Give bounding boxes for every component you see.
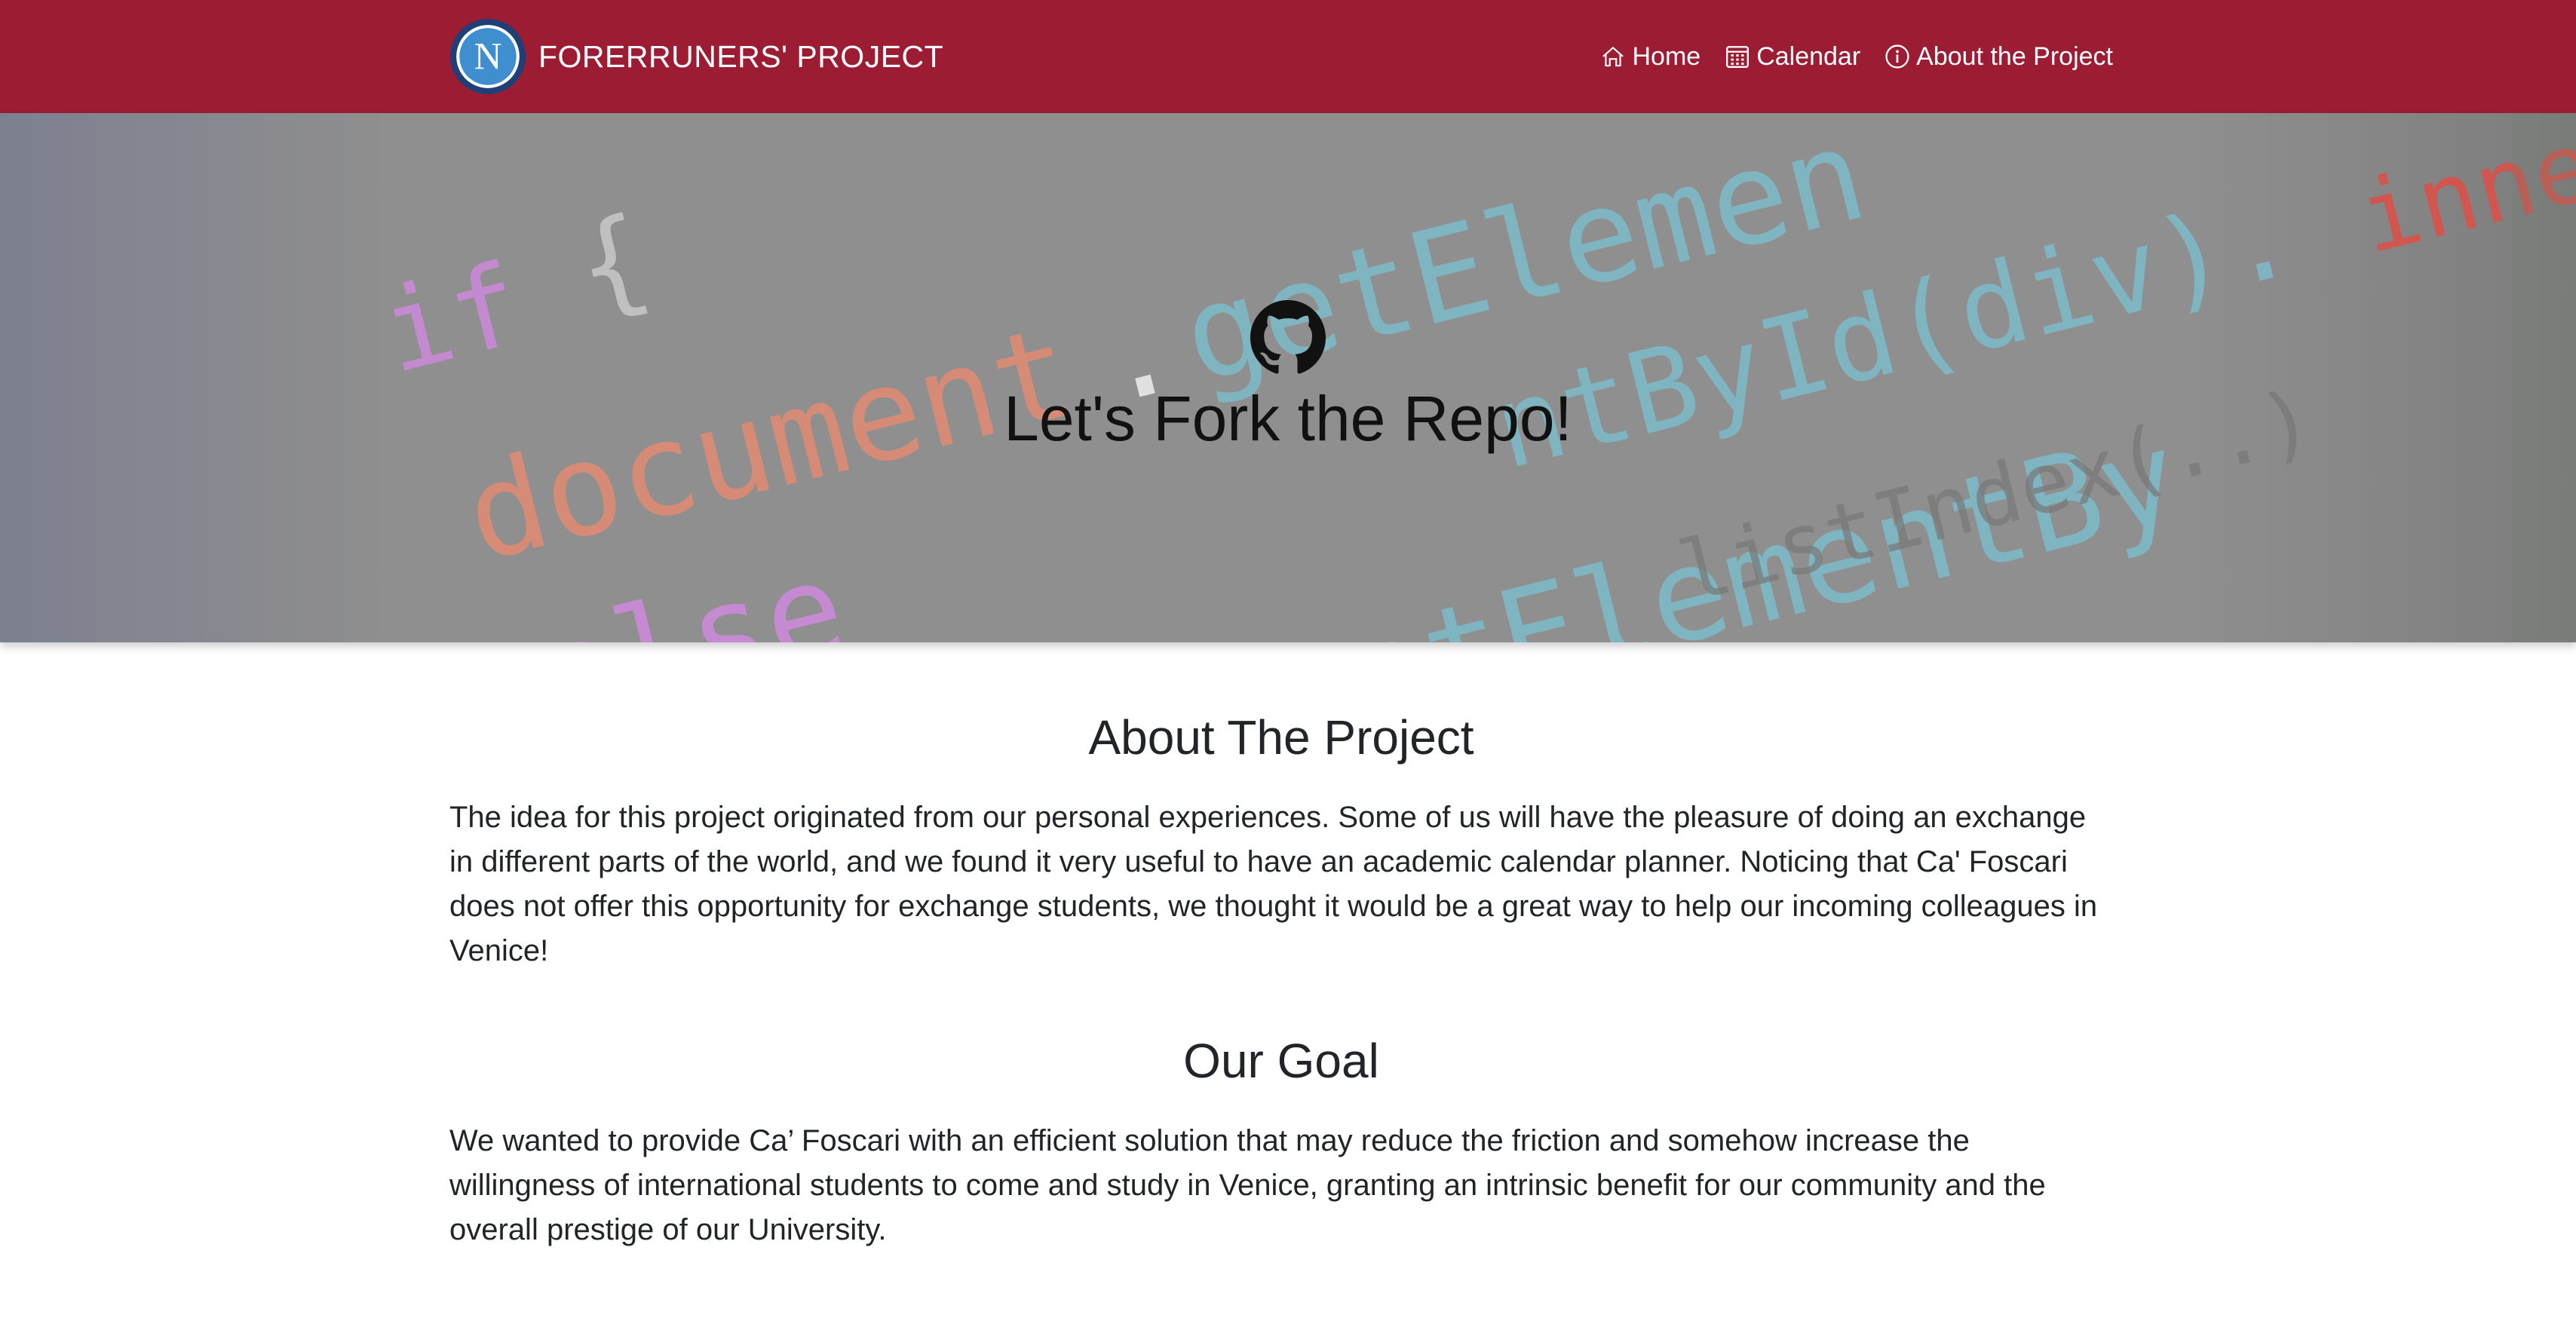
goal-title: Our Goal: [1183, 1033, 1379, 1088]
about-text: The idea for this project originated fro…: [449, 800, 2098, 967]
napoli-logo: N: [450, 19, 526, 94]
about-section: About The Project The idea for this proj…: [449, 709, 2113, 973]
main-content: About The Project The idea for this proj…: [449, 709, 2113, 1252]
top-navbar: N FORERRUNERS' PROJECT Home Calendar Abo…: [0, 0, 2576, 113]
house-icon: [1602, 46, 1624, 67]
about-title: About The Project: [1088, 710, 1474, 765]
hero-content: Let's Fork the Repo!: [0, 300, 2576, 453]
calendar-icon: [1726, 46, 1750, 68]
goal-text: We wanted to provide Ca’ Foscari with an…: [449, 1123, 2046, 1246]
info-circle-icon: [1885, 44, 1909, 69]
brand-title: FORERRUNERS' PROJECT: [538, 38, 944, 74]
goal-section: Our Goal We wanted to provide Ca’ Foscar…: [449, 1032, 2113, 1252]
nav-home-link[interactable]: Home: [1600, 42, 1700, 72]
nav-links: Home Calendar About the Project: [1576, 0, 2113, 113]
brand-link[interactable]: N FORERRUNERS' PROJECT: [449, 17, 943, 97]
hero-title: Let's Fork the Repo!: [1004, 383, 1572, 454]
hero-banner: if { document . getElemen ntById(div). i…: [0, 113, 2576, 642]
logo-letter: N: [474, 35, 502, 78]
nav-home-label: Home: [1632, 41, 1701, 71]
nav-about-label: About the Project: [1916, 41, 2113, 71]
nav-calendar-link[interactable]: Calendar: [1725, 42, 1860, 72]
nav-calendar-label: Calendar: [1756, 41, 1861, 71]
github-icon[interactable]: [1250, 300, 1326, 375]
nav-about-link[interactable]: About the Project: [1884, 42, 2113, 72]
